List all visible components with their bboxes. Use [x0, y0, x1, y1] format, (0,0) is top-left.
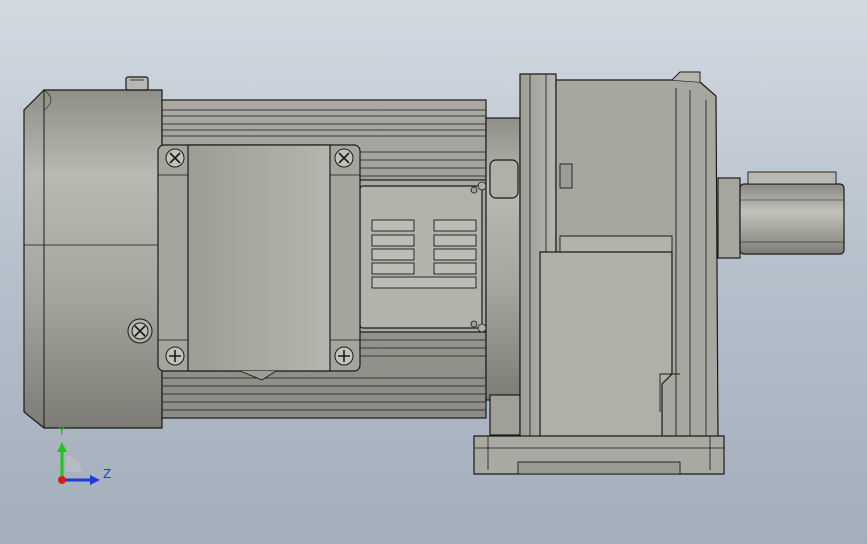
screw-top-left [165, 148, 185, 168]
fan-cover [23, 89, 163, 429]
terminal-box [157, 144, 361, 381]
y-axis-label: Y [58, 424, 66, 438]
z-axis-label: Z [103, 467, 112, 481]
model-view [23, 71, 845, 485]
output-shaft [717, 171, 845, 259]
gearbox-housing [519, 71, 719, 441]
screw-top-right [334, 148, 354, 168]
screw-bottom-right [334, 346, 354, 366]
nameplate [355, 179, 487, 333]
gear-motor [23, 71, 845, 475]
earth-screw [127, 318, 153, 344]
top-bolt [125, 76, 149, 91]
mounting-foot [473, 435, 725, 475]
cad-viewport[interactable]: Y Z [0, 0, 867, 544]
screw-bottom-left [165, 346, 185, 366]
coordinate-triad [57, 442, 100, 485]
